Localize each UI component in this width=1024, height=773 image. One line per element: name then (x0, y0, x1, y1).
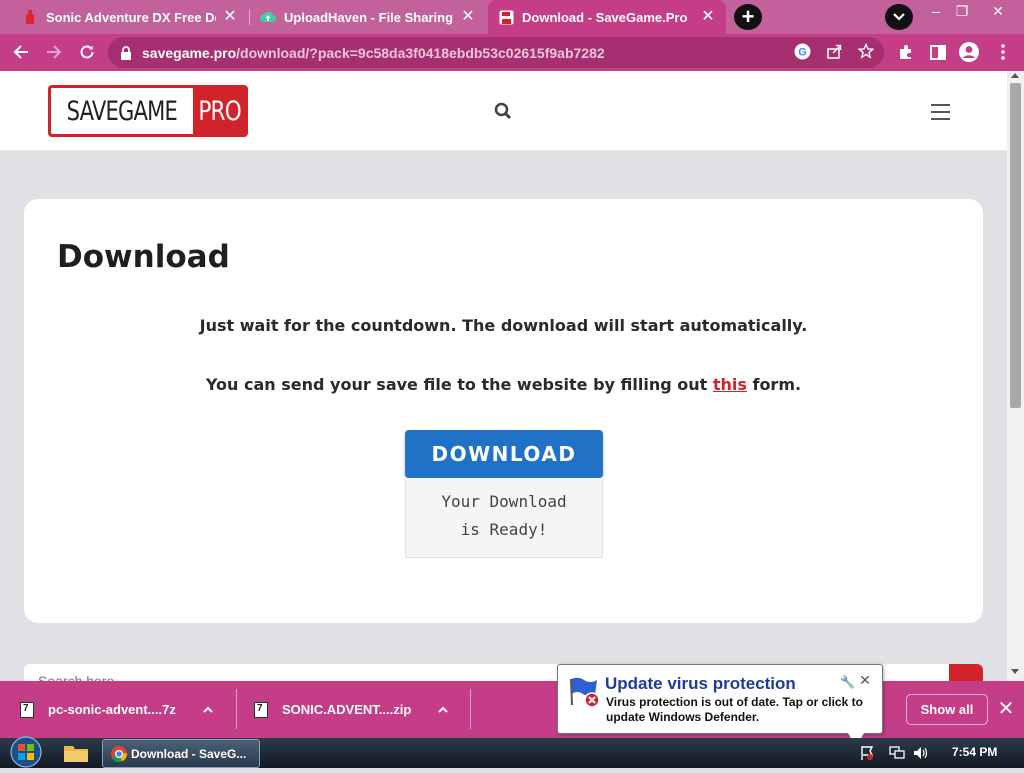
tab-close-icon[interactable]: ✕ (222, 9, 238, 25)
download-card: Download Just wait for the countdown. Th… (24, 199, 983, 623)
logo-text-pro-label: PRO (198, 95, 241, 127)
site-search-icon[interactable] (494, 102, 514, 122)
tab-sonic-adventure[interactable]: Sonic Adventure DX Free Dow ✕ (12, 0, 248, 34)
url-text: savegame.pro/download/?pack=9c58da3f0418… (142, 45, 605, 61)
tab-title: Sonic Adventure DX Free Dow (46, 9, 216, 25)
site-header: SAVEGAME PRO (0, 71, 1007, 151)
download-filename: pc-sonic-advent....7z (48, 702, 176, 717)
network-icon[interactable] (888, 744, 906, 762)
tab-title: UploadHaven - File Sharing M (284, 9, 454, 25)
tab-search-button[interactable] (885, 4, 913, 30)
page-scrollbar[interactable] (1007, 71, 1024, 681)
side-panel-icon[interactable] (928, 42, 948, 62)
scroll-up-icon[interactable] (1011, 73, 1019, 78)
defender-notification[interactable]: Update virus protection Virus protection… (557, 664, 883, 747)
send-save-suffix: form. (746, 375, 802, 394)
tab-title: Download - SaveGame.Pro (522, 9, 688, 25)
download-ready-box: Your Download is Ready! (405, 478, 603, 558)
show-all-button[interactable]: Show all (906, 694, 988, 725)
floppy-disk-icon (498, 9, 514, 25)
download-button[interactable]: DOWNLOAD (405, 430, 603, 478)
reload-button[interactable] (74, 39, 100, 65)
lock-icon[interactable] (120, 45, 134, 61)
notification-title: Update virus protection (605, 674, 796, 693)
reload-icon (80, 45, 94, 59)
download-item[interactable]: pc-sonic-advent....7z (20, 681, 214, 738)
7z-archive-icon (20, 701, 34, 718)
start-button[interactable] (6, 736, 46, 768)
form-link[interactable]: this (713, 375, 747, 394)
tab-close-icon[interactable]: ✕ (700, 9, 716, 25)
download-item[interactable]: SONIC.ADVENT....zip (254, 681, 449, 738)
taskbar-chrome-window[interactable]: Download - SaveG... (102, 739, 260, 768)
scroll-down-icon[interactable] (1011, 669, 1019, 674)
shelf-divider (236, 689, 237, 729)
forward-arrow-icon (47, 45, 62, 59)
browser-tab-strip: Sonic Adventure DX Free Dow ✕ UploadHave… (0, 0, 1024, 34)
savegame-pro-logo[interactable]: SAVEGAME PRO (48, 85, 248, 137)
volume-speaker-icon[interactable] (912, 744, 930, 762)
chevron-up-icon[interactable] (437, 704, 449, 716)
notification-close-icon[interactable]: ✕ (858, 673, 872, 687)
page-viewport: SAVEGAME PRO Download Just wait for the … (0, 71, 1007, 681)
restore-button[interactable]: ❐ (947, 2, 977, 20)
browser-toolbar: savegame.pro/download/?pack=9c58da3f0418… (0, 34, 1024, 71)
logo-text-savegame: SAVEGAME (66, 95, 178, 127)
close-shelf-icon[interactable]: ✕ (996, 697, 1016, 721)
search-placeholder: Search here... (38, 673, 126, 681)
menu-kebab-icon[interactable] (993, 42, 1013, 62)
tab-savegame-download[interactable]: Download - SaveGame.Pro ✕ (488, 0, 726, 34)
zip-archive-icon (254, 701, 268, 718)
shelf-divider (470, 689, 471, 729)
download-filename: SONIC.ADVENT....zip (282, 702, 412, 717)
download-ready-line2: is Ready! (460, 520, 548, 539)
cloud-upload-icon (260, 9, 276, 25)
share-icon[interactable] (825, 42, 843, 60)
search-submit-button[interactable] (949, 664, 983, 681)
send-save-message: You can send your save file to the websi… (24, 375, 983, 394)
taskbar-clock[interactable]: 7:54 PM (952, 745, 997, 759)
scrollbar-thumb[interactable] (1010, 83, 1021, 408)
countdown-message: Just wait for the countdown. The downloa… (199, 316, 808, 335)
logo-text-pro: PRO (192, 88, 245, 134)
url-path: /download/?pack=9c58da3f0418ebdb53c02615… (236, 44, 605, 61)
address-bar[interactable]: savegame.pro/download/?pack=9c58da3f0418… (108, 37, 884, 68)
extensions-puzzle-icon[interactable] (896, 42, 916, 62)
red-game-icon (22, 9, 38, 25)
back-arrow-icon (13, 45, 28, 59)
notification-body: Virus protection is out of date. Tap or … (606, 695, 863, 724)
profile-avatar-icon[interactable] (959, 42, 979, 62)
chevron-up-icon[interactable] (202, 704, 214, 716)
window-close-button[interactable]: ✕ (983, 2, 1013, 20)
chevron-down-icon (893, 13, 905, 21)
back-button[interactable] (8, 39, 34, 65)
new-tab-button[interactable]: + (734, 4, 762, 30)
bookmark-star-icon[interactable] (857, 42, 875, 60)
url-host: savegame.pro (142, 44, 237, 61)
taskbar-window-title: Download - SaveG... (131, 746, 247, 761)
defender-flag-icon (568, 675, 602, 709)
tab-uploadhaven[interactable]: UploadHaven - File Sharing M ✕ (250, 0, 486, 34)
tab-close-icon[interactable]: ✕ (460, 9, 476, 25)
send-save-prefix: You can send your save file to the websi… (205, 375, 713, 394)
hamburger-menu-icon[interactable] (931, 104, 950, 120)
chrome-icon (111, 745, 127, 762)
file-explorer-icon[interactable] (62, 742, 90, 764)
svg-text:G: G (798, 46, 807, 58)
notification-options-icon[interactable]: 🔧 (840, 675, 855, 689)
page-title: Download (57, 239, 230, 275)
google-lens-icon[interactable]: G (793, 42, 811, 60)
action-center-flag-icon[interactable] (858, 744, 876, 762)
download-ready-line1: Your Download (441, 492, 567, 511)
forward-button[interactable] (41, 39, 67, 65)
